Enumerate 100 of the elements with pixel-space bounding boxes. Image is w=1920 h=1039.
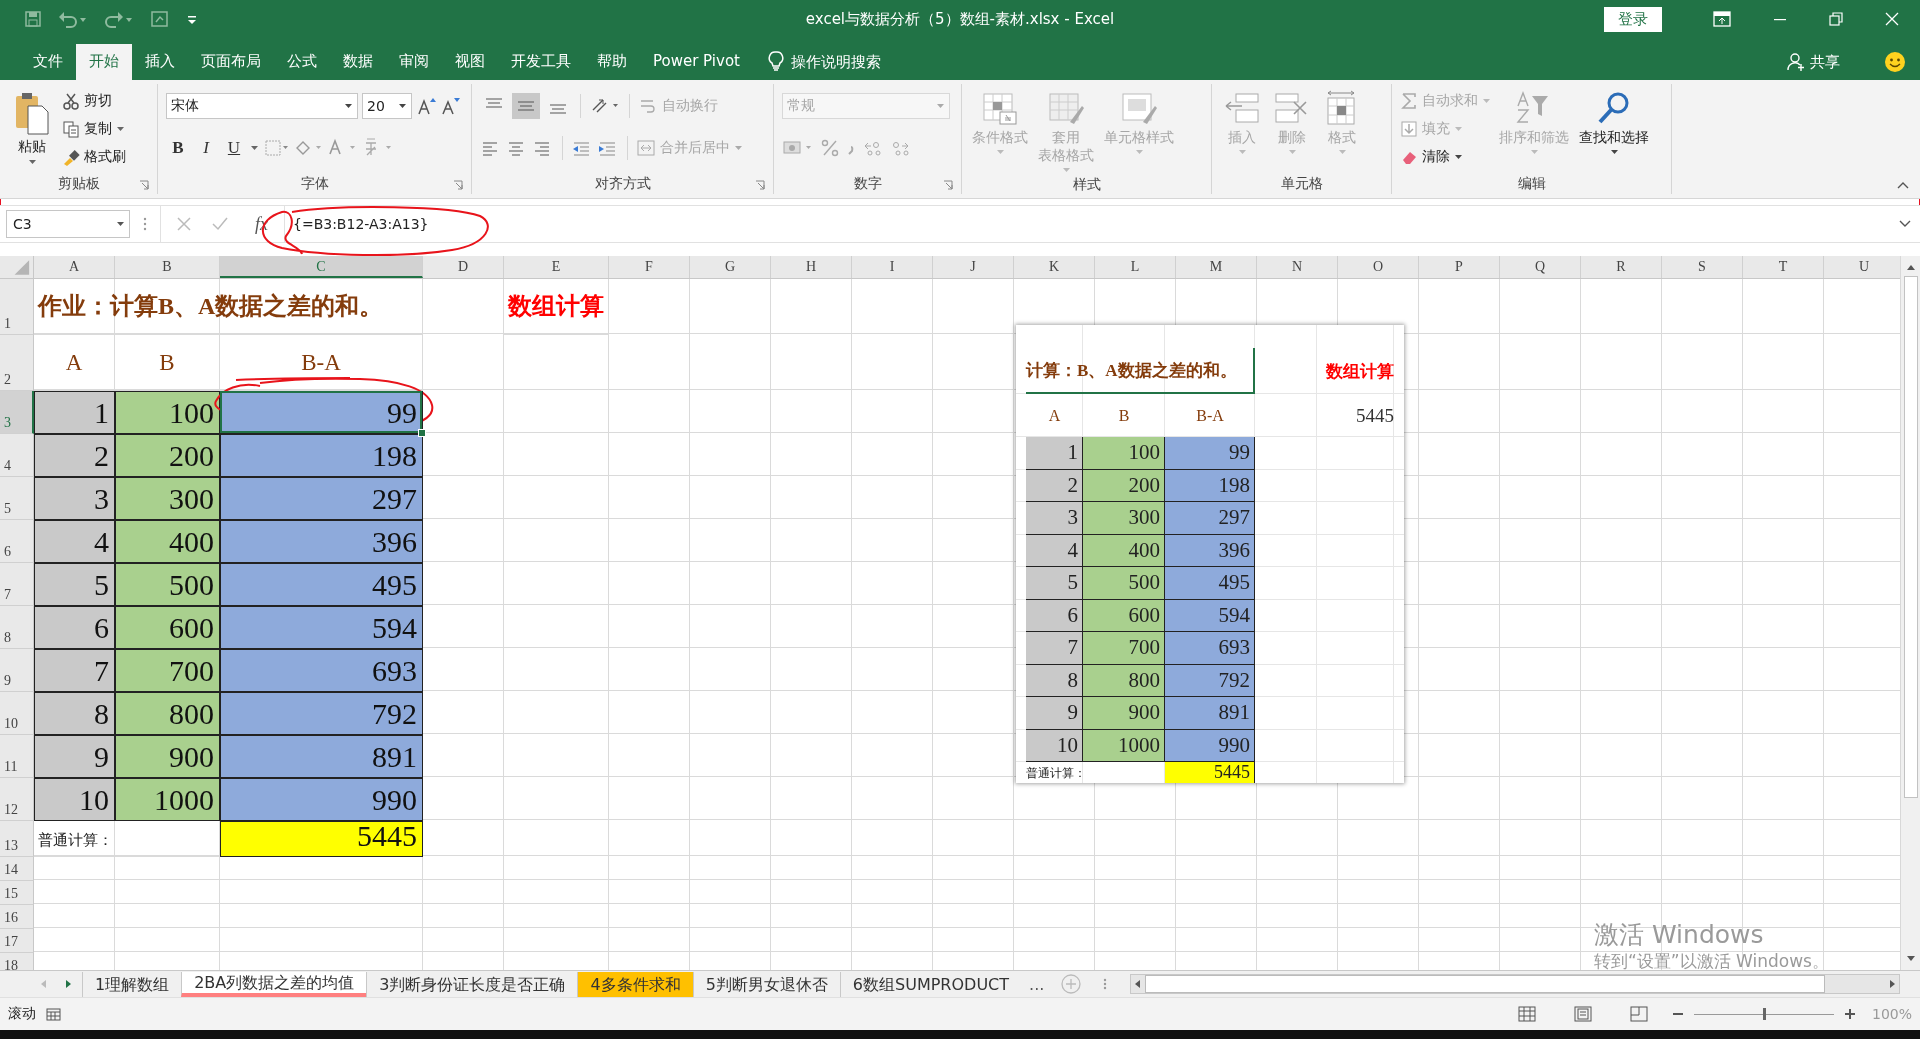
row-header[interactable]: 4 xyxy=(0,434,34,477)
ribbon-tab[interactable]: 审阅 xyxy=(386,44,442,80)
page-layout-icon[interactable] xyxy=(1573,1006,1592,1022)
ribbon-tab[interactable]: 视图 xyxy=(442,44,498,80)
row-header[interactable]: 3 xyxy=(0,391,34,434)
ribbon-command[interactable]: 查找和选择 xyxy=(1577,88,1651,174)
ribbon-tab[interactable]: 公式 xyxy=(274,44,330,80)
column-header[interactable]: F xyxy=(609,256,690,278)
ribbon-tab[interactable]: 开发工具 xyxy=(498,44,584,80)
row-header[interactable]: 9 xyxy=(0,649,34,692)
ribbon-tab[interactable]: 帮助 xyxy=(584,44,640,80)
ribbon-command[interactable]: 清除 xyxy=(1400,144,1491,170)
shrink-font-icon[interactable] xyxy=(440,96,460,116)
expand-formula-icon[interactable] xyxy=(1898,219,1912,229)
percent-style-icon[interactable] xyxy=(820,138,840,158)
column-header[interactable]: N xyxy=(1257,256,1338,278)
ribbon-tab[interactable]: 开始 xyxy=(76,44,132,80)
dialog-launcher-icon[interactable] xyxy=(453,180,463,190)
column-header[interactable]: M xyxy=(1176,256,1257,278)
restore-icon[interactable] xyxy=(1828,11,1844,27)
font-name-field[interactable]: 宋体 xyxy=(166,93,358,119)
column-header[interactable]: H xyxy=(771,256,852,278)
smiley-icon[interactable] xyxy=(1884,51,1906,73)
column-header[interactable]: Q xyxy=(1500,256,1581,278)
column-header[interactable]: I xyxy=(852,256,933,278)
row-header[interactable]: 2 xyxy=(0,335,34,391)
ribbon-display-icon[interactable] xyxy=(1712,10,1732,28)
row-header[interactable]: 7 xyxy=(0,563,34,606)
page-break-view-icon[interactable] xyxy=(1629,1006,1648,1022)
row-header[interactable]: 13 xyxy=(0,821,34,857)
person-add-icon[interactable] xyxy=(1786,52,1806,72)
ribbon-tab[interactable]: 页面布局 xyxy=(188,44,274,80)
ribbon-command[interactable]: 剪切 xyxy=(62,88,126,114)
row-header[interactable]: 15 xyxy=(0,881,34,905)
column-header[interactable]: E xyxy=(504,256,609,278)
row-header[interactable]: 5 xyxy=(0,477,34,520)
sheet-tab[interactable]: 5判断男女退休否 xyxy=(692,971,840,997)
align-button[interactable] xyxy=(512,93,540,119)
macro-recording-icon[interactable] xyxy=(46,1007,62,1021)
column-header[interactable]: K xyxy=(1014,256,1095,278)
close-icon[interactable] xyxy=(1884,11,1900,27)
column-header[interactable]: S xyxy=(1662,256,1743,278)
sheet-tab[interactable]: 6数组SUMPRODUCT xyxy=(839,971,1022,997)
enter-icon[interactable] xyxy=(211,215,229,233)
row-header[interactable]: 11 xyxy=(0,735,34,778)
scroll-thumb[interactable] xyxy=(1145,975,1825,993)
normal-view-icon[interactable] xyxy=(1517,1006,1536,1022)
column-header[interactable]: D xyxy=(423,256,504,278)
ribbon-tab[interactable]: 数据 xyxy=(330,44,386,80)
ribbon-command[interactable]: 格式刷 xyxy=(62,144,126,170)
cancel-icon[interactable] xyxy=(175,215,193,233)
row-header[interactable]: 6 xyxy=(0,520,34,563)
dialog-launcher-icon[interactable] xyxy=(755,180,765,190)
dialog-launcher-icon[interactable] xyxy=(139,180,149,190)
sign-in-button[interactable]: 登录 xyxy=(1604,6,1662,32)
splitter-icon[interactable] xyxy=(1102,976,1109,992)
name-box[interactable]: C3 xyxy=(6,210,130,238)
scroll-thumb[interactable] xyxy=(1903,276,1918,798)
row-header[interactable]: 12 xyxy=(0,778,34,821)
ribbon-command[interactable]: 复制 xyxy=(62,116,126,142)
share-button[interactable]: 共享 xyxy=(1810,44,1840,80)
row-header[interactable]: 16 xyxy=(0,905,34,929)
zoom-slider[interactable] xyxy=(1762,1008,1766,1020)
fill-handle[interactable] xyxy=(418,429,426,437)
row-header[interactable]: 1 xyxy=(0,279,34,335)
horizontal-scrollbar[interactable] xyxy=(1130,974,1900,994)
redo-icon[interactable] xyxy=(104,10,134,28)
row-header[interactable]: 14 xyxy=(0,857,34,881)
zoom-in-icon[interactable] xyxy=(1843,1008,1856,1020)
column-header[interactable]: O xyxy=(1338,256,1419,278)
formula-field[interactable]: {=B3:B12-A3:A13} xyxy=(284,206,1890,242)
grow-font-icon[interactable] xyxy=(416,96,436,116)
add-sheet-icon[interactable] xyxy=(1060,973,1083,995)
ribbon-tab[interactable]: 插入 xyxy=(132,44,188,80)
row-header[interactable]: 17 xyxy=(0,929,34,953)
row-header[interactable]: 10 xyxy=(0,692,34,735)
font-style-button[interactable]: U xyxy=(222,135,246,161)
column-header[interactable]: A xyxy=(34,256,115,278)
font-style-button[interactable]: B xyxy=(166,135,190,161)
paste-button[interactable]: 粘贴 xyxy=(8,88,56,174)
font-size-field[interactable]: 20 xyxy=(362,93,412,119)
ribbon-tab[interactable]: Power Pivot xyxy=(640,44,753,80)
font-style-button[interactable]: I xyxy=(194,135,218,161)
column-header[interactable]: T xyxy=(1743,256,1824,278)
collapse-ribbon-icon[interactable] xyxy=(1896,180,1910,190)
column-header[interactable]: P xyxy=(1419,256,1500,278)
column-header[interactable]: R xyxy=(1581,256,1662,278)
touch-mode-icon[interactable] xyxy=(150,10,170,28)
column-header[interactable]: G xyxy=(690,256,771,278)
sheet-tab[interactable]: 2BA列数据之差的均值 xyxy=(181,971,367,997)
vertical-scrollbar[interactable] xyxy=(1900,256,1920,970)
undo-icon[interactable] xyxy=(58,10,88,28)
tell-me-search[interactable]: 操作说明搜索 xyxy=(790,44,881,80)
column-header[interactable]: J xyxy=(933,256,1014,278)
ribbon-tab[interactable]: 文件 xyxy=(20,44,76,80)
sheet-tab[interactable]: 4多条件求和 xyxy=(577,971,693,997)
row-header[interactable]: 8 xyxy=(0,606,34,649)
dialog-launcher-icon[interactable] xyxy=(943,180,953,190)
column-header[interactable]: C xyxy=(220,256,423,278)
column-header[interactable]: L xyxy=(1095,256,1176,278)
